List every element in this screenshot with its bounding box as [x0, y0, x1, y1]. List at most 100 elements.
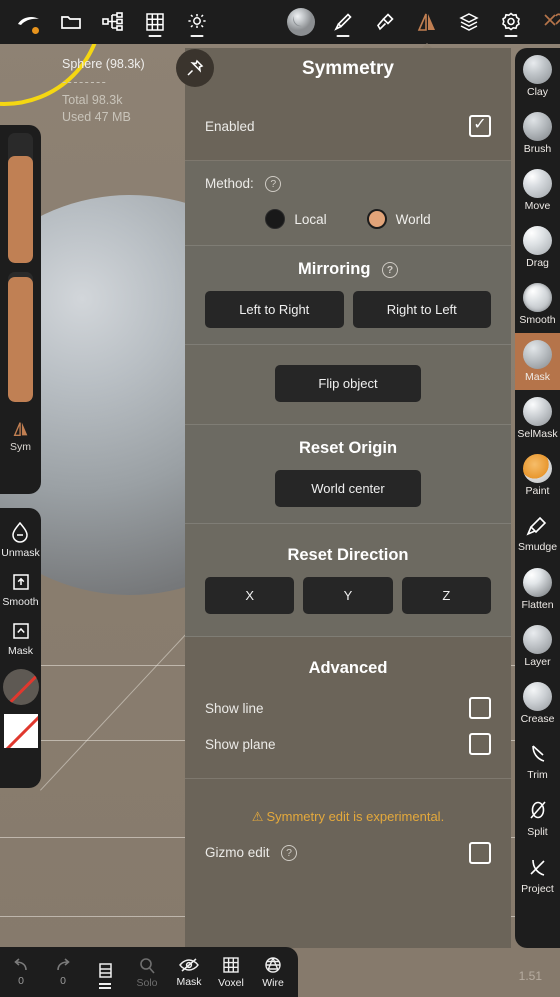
gizmo-edit-row[interactable]: Gizmo edit ? [205, 835, 491, 871]
tool-project[interactable]: Project [515, 846, 560, 903]
right-to-left-button[interactable]: Right to Left [352, 291, 491, 328]
tool-split[interactable]: Split [515, 789, 560, 846]
stats-overlay: Sphere (98.3k) -------- Total 98.3k Used… [62, 56, 145, 127]
show-line-label: Show line [205, 700, 264, 716]
panel-title: Symmetry [302, 58, 394, 79]
tool-clay[interactable]: Clay [515, 48, 560, 105]
tool-brush[interactable]: Brush [515, 105, 560, 162]
tool-label: Crease [520, 713, 555, 725]
gizmo-edit-help-icon[interactable]: ? [280, 844, 297, 861]
mask-visibility-button[interactable]: Mask [168, 947, 210, 997]
method-radios: Local World [205, 209, 491, 229]
left-mask-rail: Unmask Smooth Mask [0, 508, 41, 788]
flip-object-button[interactable]: Flip object [275, 365, 421, 402]
tool-smudge[interactable]: Smudge [515, 504, 560, 561]
reset-direction-z-button[interactable]: Z [401, 577, 491, 614]
tool-label: Split [527, 825, 548, 838]
undo-button[interactable]: 0 [0, 947, 42, 997]
none-strike-icon [3, 669, 39, 705]
gizmo-section: ⚠ Symmetry edit is experimental. Gizmo ed… [185, 779, 511, 887]
tools-icon[interactable] [532, 0, 560, 44]
unmask-button[interactable]: Unmask [1, 520, 40, 559]
gizmo-edit-checkbox[interactable] [469, 842, 491, 864]
mask-button[interactable]: Mask [8, 620, 33, 657]
wire-button[interactable]: Wire [252, 947, 294, 997]
left-to-right-button[interactable]: Left to Right [205, 291, 344, 328]
experimental-warning: ⚠ Symmetry edit is experimental. [205, 793, 491, 835]
wire-label: Wire [262, 976, 284, 989]
redo-count: 0 [60, 974, 66, 987]
texture-swatch-none[interactable] [3, 714, 38, 748]
tool-drag[interactable]: Drag [515, 219, 560, 276]
tool-selmask[interactable]: SelMask [515, 390, 560, 447]
tool-icon [523, 340, 552, 369]
tool-icon [523, 625, 552, 654]
tool-layer[interactable]: Layer [515, 618, 560, 675]
tool-crease[interactable]: Crease [515, 675, 560, 732]
method-option-local[interactable]: Local [265, 209, 327, 229]
tool-label: Trim [527, 768, 548, 781]
show-plane-row[interactable]: Show plane [205, 726, 491, 762]
gizmo-edit-label: Gizmo edit [205, 845, 270, 861]
reset-direction-section: Reset Direction X Y Z [185, 524, 511, 637]
tool-paint[interactable]: Paint [515, 447, 560, 504]
intensity-slider[interactable] [8, 272, 33, 402]
tool-label: Mask [524, 371, 551, 383]
stamp-icon[interactable] [364, 0, 406, 44]
tool-label: SelMask [517, 428, 558, 440]
solo-button[interactable]: Solo [126, 947, 168, 997]
layers-panel-button[interactable] [84, 947, 126, 997]
tool-flatten[interactable]: Flatten [515, 561, 560, 618]
layers-underline [99, 983, 111, 989]
brush-icon[interactable] [322, 0, 364, 44]
enabled-section: Enabled ✓ [185, 94, 511, 161]
voxel-button[interactable]: Voxel [210, 947, 252, 997]
show-line-checkbox[interactable] [469, 697, 491, 719]
radius-slider[interactable] [8, 133, 33, 263]
tool-label: Move [524, 200, 551, 212]
voxel-label: Voxel [218, 976, 244, 989]
pin-panel-button[interactable] [176, 49, 214, 87]
alpha-swatch-none[interactable] [2, 669, 39, 705]
none-strike-icon [3, 714, 38, 748]
tool-smooth[interactable]: Smooth [515, 276, 560, 333]
sym-label: Sym [10, 441, 31, 453]
reset-direction-x-button[interactable]: X [205, 577, 295, 614]
layers-icon[interactable] [448, 0, 490, 44]
world-center-button[interactable]: World center [275, 470, 421, 507]
stats-object-name: Sphere (98.3k) [62, 57, 145, 71]
tool-label: Smooth [519, 314, 556, 326]
app-root: Sphere (98.3k) -------- Total 98.3k Used… [0, 0, 560, 997]
mirroring-help-icon[interactable]: ? [382, 261, 398, 278]
tool-icon [523, 454, 552, 483]
tool-move[interactable]: Move [515, 162, 560, 219]
enabled-checkbox[interactable]: ✓ [469, 115, 491, 137]
mirroring-title: Mirroring ? [205, 260, 491, 291]
method-option-world[interactable]: World [366, 209, 431, 229]
tool-trim[interactable]: Trim [515, 732, 560, 789]
smooth-mask-button[interactable]: Smooth [2, 571, 39, 608]
tool-icon [523, 226, 552, 255]
reset-direction-y-button[interactable]: Y [303, 577, 393, 614]
symmetry-panel: Symmetry Enabled ✓ Method: ? Local World… [185, 48, 511, 948]
symmetry-icon[interactable] [406, 0, 448, 52]
grid-icon[interactable] [134, 0, 176, 44]
light-icon[interactable] [176, 0, 218, 44]
tool-mask[interactable]: Mask [515, 333, 560, 390]
show-plane-checkbox[interactable] [469, 733, 491, 755]
redo-button[interactable]: 0 [42, 947, 84, 997]
logo-dot-icon [32, 27, 39, 34]
material-sphere-icon[interactable] [280, 0, 322, 44]
logo-icon[interactable] [8, 0, 50, 44]
stats-used: Used 47 MB [62, 110, 131, 125]
scene-graph-icon[interactable] [92, 0, 134, 44]
gear-icon[interactable] [490, 0, 532, 44]
method-help-icon[interactable]: ? [265, 175, 282, 192]
radio-dot-icon [265, 209, 286, 229]
advanced-section: Advanced Show line Show plane [185, 637, 511, 779]
show-line-row[interactable]: Show line [205, 690, 491, 726]
folder-icon[interactable] [50, 0, 92, 44]
method-local-label: Local [294, 211, 327, 227]
sym-toggle-button[interactable]: Sym [0, 419, 41, 453]
enabled-row[interactable]: Enabled ✓ [205, 108, 491, 144]
